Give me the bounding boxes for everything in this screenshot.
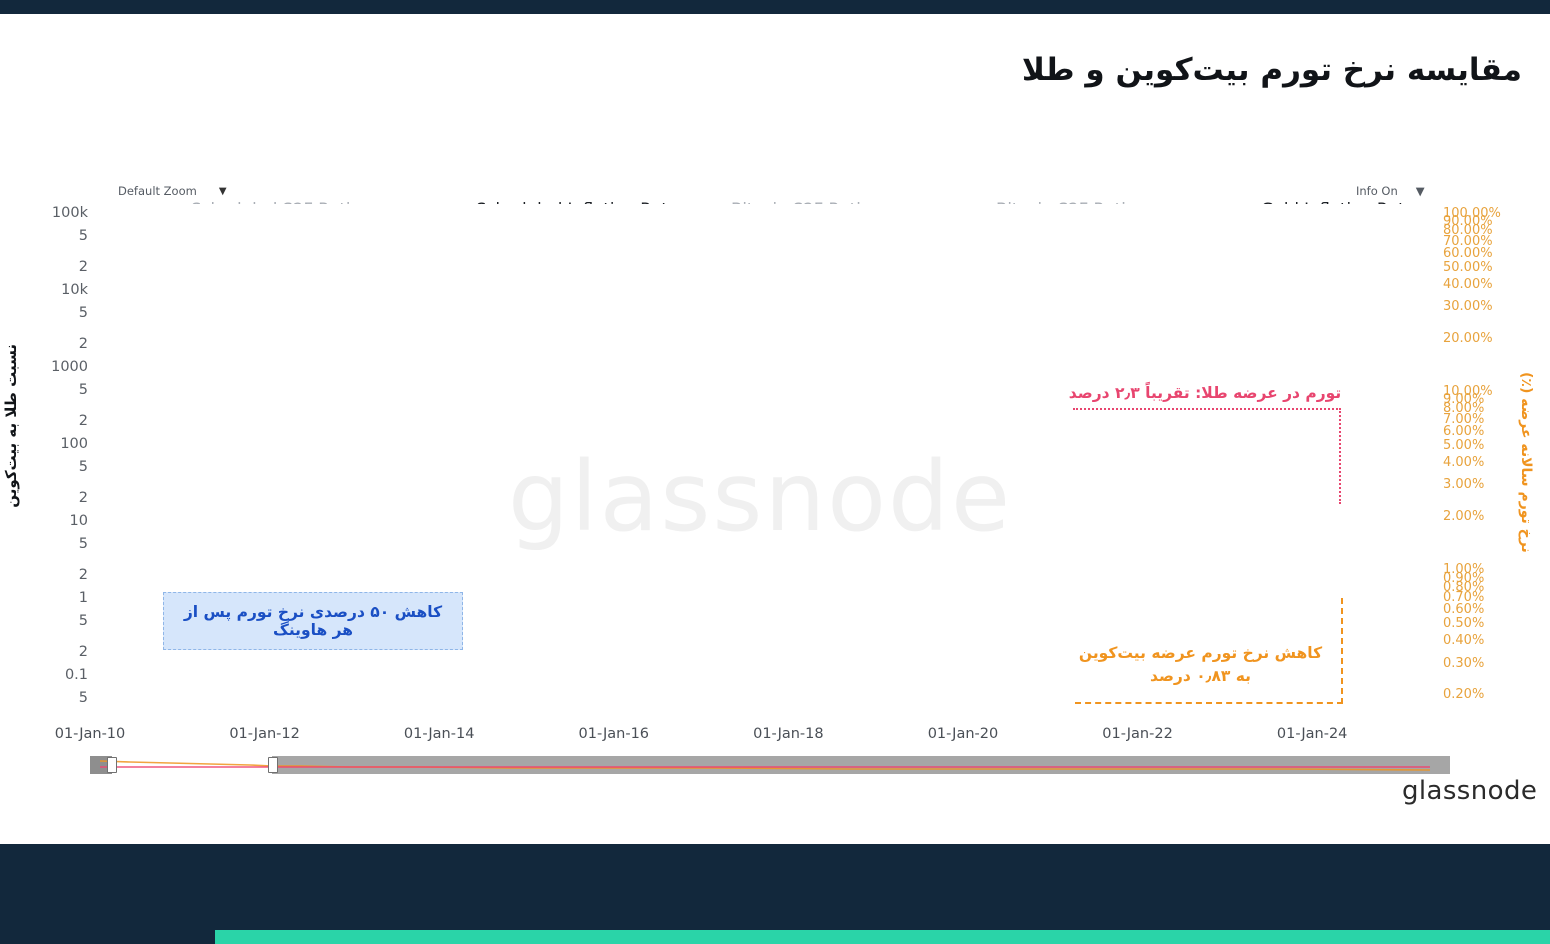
left-axis-tick: 2 (78, 335, 88, 352)
range-handle-right[interactable] (268, 757, 278, 773)
slide-body: مقایسه نرخ تورم بیت‌کوین و طلا نسبت طلا … (0, 14, 1550, 844)
info-on-control[interactable]: Info On ▼ (1350, 182, 1431, 200)
right-axis-tick: 40.00% (1443, 276, 1493, 292)
right-axis-tick: 0.20% (1443, 687, 1485, 703)
left-axis-tick: 5 (78, 382, 88, 399)
btc-inflation-annotation: کاهش نرخ تورم عرضه بیت‌کوین به ۰٫۸۳ درصد (1053, 642, 1348, 689)
footer-bar: OMP Finex (0, 844, 1550, 944)
right-axis-tick: 0.50% (1443, 616, 1485, 632)
chevron-down-icon[interactable]: ▼ (219, 186, 227, 197)
range-selector[interactable] (90, 756, 1450, 774)
left-axis-tick: 100k (51, 205, 88, 221)
right-axis-tick: 50.00% (1443, 259, 1493, 275)
left-axis-tick: 5 (78, 690, 88, 706)
x-axis-tick: 01-Jan-24 (1276, 726, 1348, 742)
btc-annotation-leader-line (1075, 702, 1343, 704)
right-axis-tick: 3.00% (1443, 477, 1485, 493)
gold-inflation-annotation: تورم در عرضه طلا: تقریباً ۲٫۳ درصد (1068, 384, 1342, 402)
left-y-axis: 100k 5 2 10k 5 2 1000 5 2 100 5 2 10 5 2 1 5 2 0.1 5 (0, 204, 88, 709)
range-handle-left[interactable] (107, 757, 117, 773)
left-axis-tick: 10k (61, 281, 88, 298)
glassnode-logo: glassnode (1402, 776, 1538, 806)
default-zoom-label: Default Zoom (118, 184, 197, 198)
left-axis-tick: 2 (78, 412, 88, 429)
x-axis-tick: 01-Jan-18 (753, 726, 824, 742)
right-axis-tick: 60.00% (1443, 245, 1493, 261)
right-axis-tick: 5.00% (1443, 437, 1485, 453)
x-axis-tick: 01-Jan-10 (54, 726, 126, 742)
info-on-label: Info On (1356, 184, 1398, 198)
x-axis-tick: 01-Jan-20 (927, 726, 999, 742)
btc-annotation-vertical-line (1341, 598, 1343, 704)
x-axis-tick: 01-Jan-12 (229, 726, 300, 742)
right-axis-tick: 2.00% (1443, 508, 1485, 524)
left-axis-tick: 100 (60, 435, 88, 452)
chevron-down-icon[interactable]: ▼ (1416, 184, 1425, 198)
left-axis-tick: 2 (78, 643, 88, 660)
right-axis-tick: 20.00% (1443, 330, 1493, 346)
btc-annotation-line-2: به ۰٫۸۳ درصد (1149, 667, 1251, 686)
x-axis-tick: 01-Jan-22 (1102, 726, 1173, 742)
right-axis-tick: 30.00% (1443, 299, 1493, 315)
footer-accent-bar (215, 930, 1550, 944)
left-axis-tick: 2 (78, 258, 88, 275)
x-axis: 01-Jan-10 01-Jan-12 01-Jan-14 01-Jan-16 01-J… (55, 726, 1430, 750)
btc-annotation-line-1: کاهش نرخ تورم عرضه بیت‌کوین (1078, 644, 1323, 662)
left-axis-tick: 1000 (51, 358, 88, 375)
x-axis-tick: 01-Jan-14 (403, 726, 475, 742)
right-axis-tick: 4.00% (1443, 455, 1485, 471)
range-preview-sparkline (99, 760, 1431, 771)
left-axis-tick: 2 (78, 489, 88, 506)
left-axis-tick: 5 (78, 613, 88, 630)
right-axis-tick: 6.00% (1443, 423, 1485, 439)
x-axis-tick: 01-Jan-16 (578, 726, 650, 742)
top-accent-bar (0, 0, 1550, 14)
gold-annotation-leader-line (1073, 408, 1341, 410)
default-zoom-control[interactable]: Default Zoom ▼ (112, 182, 233, 200)
left-axis-tick: 0.1 (64, 666, 88, 683)
left-axis-tick: 5 (78, 305, 88, 322)
left-axis-tick: 5 (78, 536, 88, 553)
gold-annotation-vertical-line (1339, 408, 1341, 504)
halving-annotation-box: کاهش ۵۰ درصدی نرخ تورم پس از هر هاوینگ (163, 592, 463, 650)
left-axis-tick: 10 (69, 512, 88, 529)
left-axis-tick: 5 (78, 459, 88, 476)
right-axis-tick: 0.60% (1443, 601, 1485, 617)
left-axis-tick: 1 (78, 589, 88, 606)
left-axis-tick: 5 (78, 228, 88, 245)
right-axis-tick: 0.30% (1443, 655, 1485, 671)
page-title: مقایسه نرخ تورم بیت‌کوین و طلا (1021, 52, 1522, 88)
right-axis-tick: 0.40% (1443, 633, 1485, 649)
right-y-axis: 100.00% 90.00% 80.00% 70.00% 60.00% 50.00% 40.… (1443, 204, 1528, 709)
left-axis-tick: 2 (78, 566, 88, 583)
